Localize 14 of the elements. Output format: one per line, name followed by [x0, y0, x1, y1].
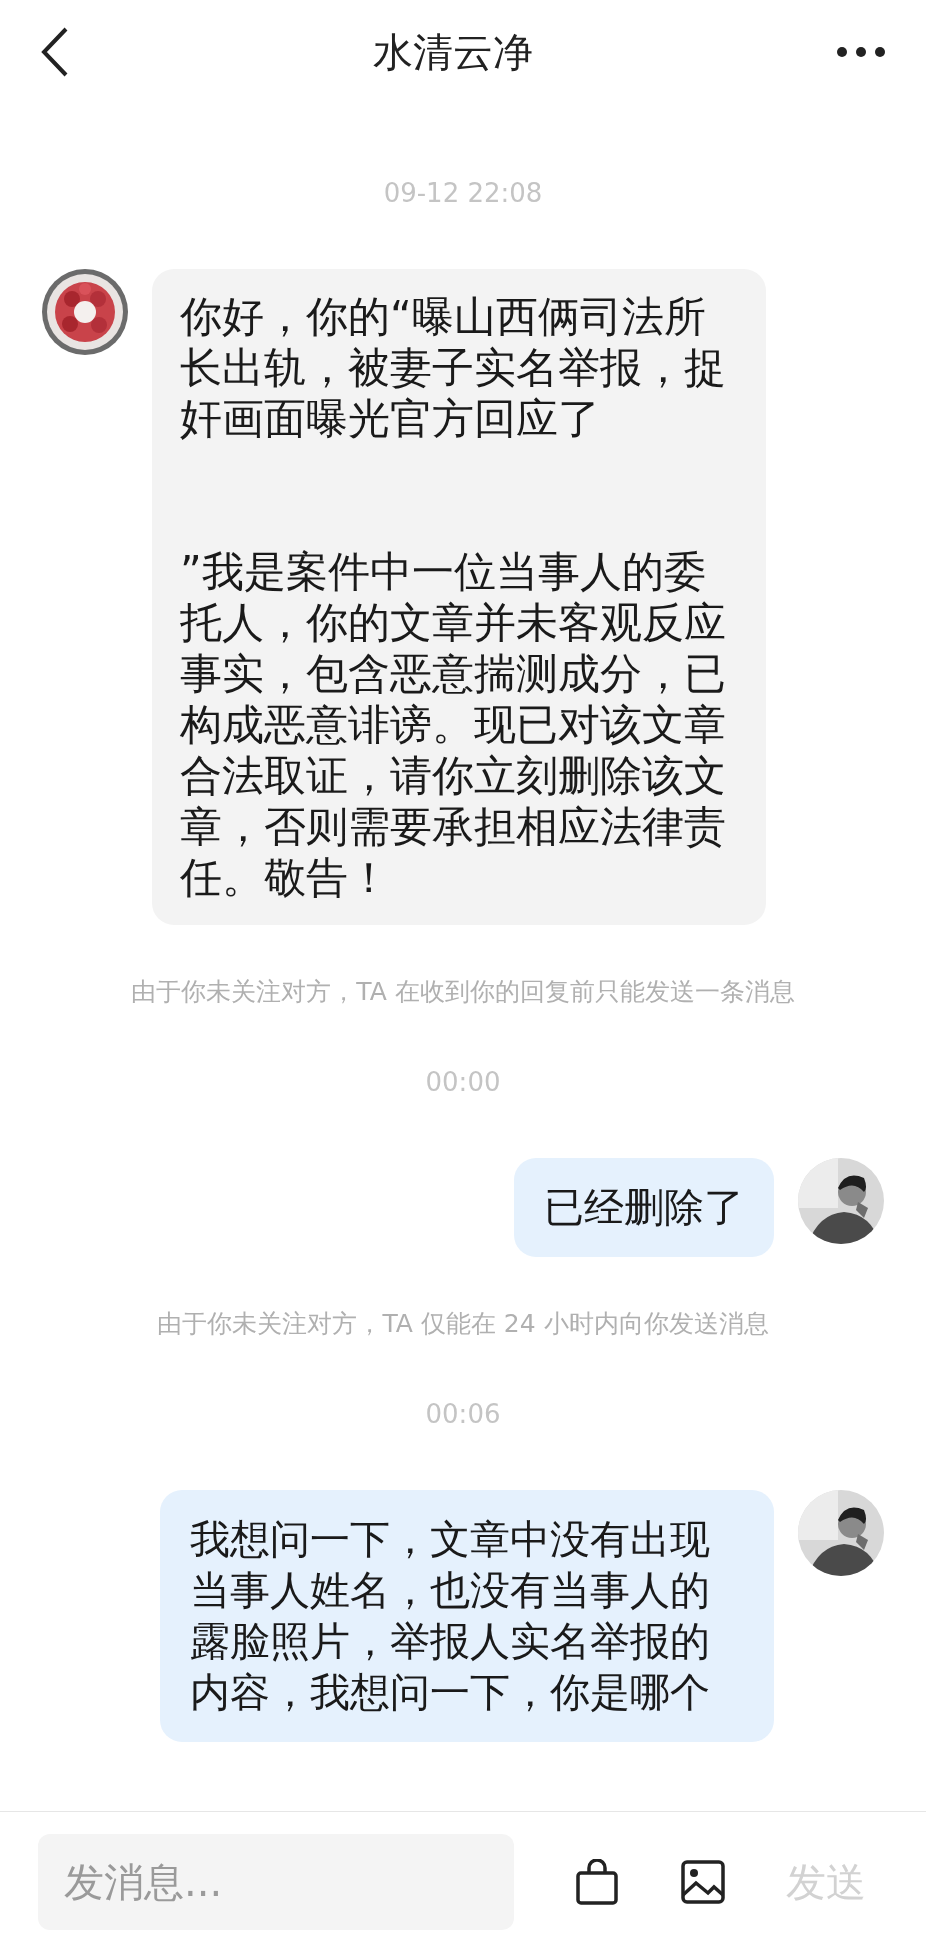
message-bubble: 我想问一下，文章中没有出现当事人姓名，也没有当事人的露脸照片，举报人实名举报的内容，我想问一下，你是哪个 [160, 1490, 774, 1742]
timestamp: 00:00 [425, 1066, 501, 1099]
chat-title: 水清云净 [373, 28, 533, 77]
image-icon[interactable] [680, 1858, 726, 1905]
timestamp: 00:06 [425, 1398, 501, 1431]
message-input[interactable]: 发消息... [38, 1833, 514, 1930]
notice-text: 由于你未关注对方，TA 在收到你的回复前只能发送一条消息 [131, 976, 795, 1008]
shopping-bag-icon[interactable] [574, 1858, 620, 1905]
timestamp: 09-12 22:08 [383, 177, 543, 210]
back-icon[interactable] [40, 27, 70, 77]
notice-text: 由于你未关注对方，TA 仅能在 24 小时内向你发送消息 [157, 1308, 769, 1340]
more-icon[interactable] [836, 46, 886, 58]
message-bubble: 已经删除了 [514, 1158, 774, 1257]
message-bubble: 你好，你的“曝山西俩司法所长出轨，被妻子实名举报，捉奸画面曝光官方回应了 ”我是案件中一位当事人的委托人，你的文章并未客观反应事实，包含恶意揣测成分，已构成恶意诽谤。现已对该文章合法取证，请你立刻删除该文章，否则需要承担相应法律责任。敬告！ [152, 269, 766, 925]
